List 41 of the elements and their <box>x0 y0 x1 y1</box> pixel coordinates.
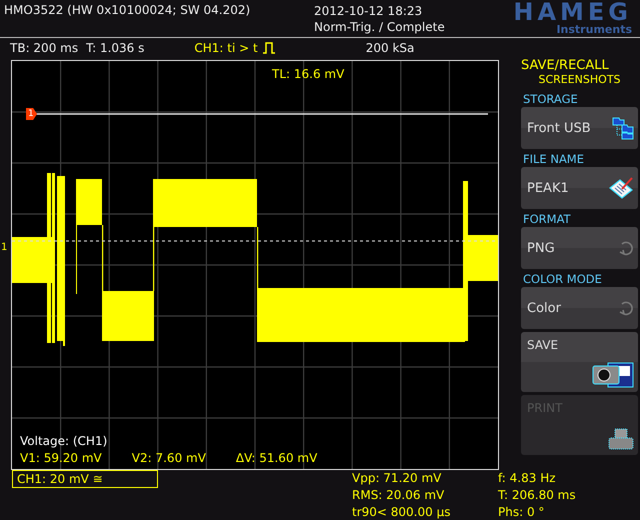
menu-title: SAVE/RECALL <box>521 58 610 73</box>
menu-button[interactable]: PEAK1 <box>521 167 638 209</box>
cursor-title: Voltage: (CH1) <box>20 434 108 448</box>
cycle-icon <box>618 300 634 316</box>
sample-rate: 200 kSa <box>366 41 414 55</box>
brand-subtitle: Instruments <box>556 24 632 36</box>
camera-icon <box>592 362 634 388</box>
menu-button[interactable]: Front USB <box>521 107 638 149</box>
menu-label: FORMAT <box>523 212 572 226</box>
menu-button[interactable]: PNG <box>521 227 638 269</box>
trigger-readout: CH1: ti > t <box>194 41 258 55</box>
measurement-readout: tr90< 800.00 µs <box>352 504 452 520</box>
cursor-reading: V1: 59.20 mV <box>20 451 102 465</box>
cursor-reading: V2: 7.60 mV <box>132 451 206 465</box>
measurement-readout: Phs: 0 ° <box>498 504 546 520</box>
cycle-icon <box>618 240 634 256</box>
folder-tree-icon <box>612 116 634 140</box>
time-readout: T: 1.036 s <box>86 41 144 55</box>
menu-button[interactable]: Color <box>521 287 638 329</box>
menu-button[interactable]: SAVE <box>521 332 638 392</box>
menu-label: COLOR MODE <box>523 272 603 286</box>
timebase-readout: TB: 200 ms <box>10 41 78 55</box>
menu-label: FILE NAME <box>523 152 585 166</box>
device-info: HMO3522 (HW 0x10100024; SW 04.202) <box>3 2 252 19</box>
measurement-readout: f: 4.83 Hz <box>498 470 557 487</box>
printer-icon <box>608 427 634 451</box>
brand-logo: HAMEG <box>513 0 632 24</box>
menu-label: STORAGE <box>523 92 579 106</box>
measurement-readout: RMS: 20.06 mV <box>352 487 446 504</box>
trigger-level-readout: TL: 16.6 mV <box>272 67 344 81</box>
channel-scale-box[interactable]: CH1: 20 mV ≅ <box>12 470 158 488</box>
trigger-status: Norm-Trig. / Complete <box>314 19 446 35</box>
channel-marker: 1 <box>1 242 8 253</box>
menu-subtitle: SCREENSHOTS <box>537 73 622 86</box>
measurement-readout: Vpp: 71.20 mV <box>352 470 442 487</box>
cursor-reading: ΔV: 51.60 mV <box>236 451 318 465</box>
pulse-icon <box>262 42 276 54</box>
notepad-icon <box>608 176 634 200</box>
measurement-readout: T: 206.80 ms <box>498 487 577 504</box>
reference-marker: 1 <box>26 108 37 120</box>
date-time: 2012-10-12 18:23 <box>314 3 424 19</box>
